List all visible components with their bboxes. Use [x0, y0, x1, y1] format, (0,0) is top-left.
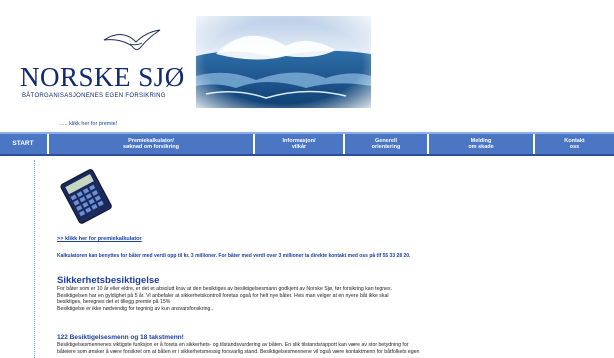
nav-melding-om-skade[interactable]: Melding om skade	[429, 134, 533, 154]
nav-informasjon[interactable]: Informasjon/ vilkår	[255, 134, 343, 154]
ocean-waves-image	[196, 16, 371, 108]
nav-kontakt-oss[interactable]: Kontakt oss	[535, 134, 614, 154]
logo-wordmark: NORSKE SJØ	[20, 62, 185, 92]
nav-start-label: START	[12, 139, 34, 147]
sikkerhetsbesiktigelse-text: For båter som er 10 år eller eldre, er d…	[57, 286, 587, 313]
paragraph-line: båteiere som ønsker å være forsikret om …	[57, 348, 420, 355]
content-divider	[34, 160, 35, 358]
calculator-info-text: Kalkulatoren kan benyttes for båter med …	[57, 253, 411, 259]
section-title-sikkerhetsbesiktigelse: Sikkerhetsbesiktigelse	[57, 275, 160, 286]
logo-tagline: BÅTORGANISASJONENES EGEN FORSIKRING	[22, 93, 166, 99]
section-title-besiktigelsesmenn: 122 Besiktigelsesmenn og 18 takstmenn!	[57, 334, 184, 341]
nav-item-line2: søknad om forsikring	[123, 144, 179, 150]
paragraph-line: For båter som er 10 år eller eldre, er d…	[57, 286, 393, 292]
norske-sjo-logo[interactable]: NORSKE SJØ BÅTORGANISASJONENES EGEN FORS…	[16, 26, 196, 106]
paragraph-line: Besiktigelsesmennenes viktigste funksjon…	[57, 342, 409, 348]
paragraph-line: Besiktigelse er ikke nødvendig for tegni…	[57, 306, 214, 313]
nav-item-line2: oss	[569, 144, 580, 150]
site-header: NORSKE SJØ BÅTORGANISASJONENES EGEN FORS…	[0, 0, 614, 118]
seagull-icon	[103, 29, 161, 51]
nav-start[interactable]: START	[6, 134, 40, 154]
besiktigelsesmenn-text: Besiktigelsesmennenes viktigste funksjon…	[57, 342, 597, 355]
calculator-icon[interactable]	[60, 168, 114, 224]
nav-generell-orientering[interactable]: Generell orientering	[345, 134, 427, 154]
nav-item-line2: vilkår	[291, 144, 307, 150]
nav-premiekalkulator[interactable]: Premiekalkulator/ søknad om forsikring	[49, 134, 253, 154]
nav-item-line2: orientering	[371, 144, 401, 150]
premie-link[interactable]: ..... klikk her for premie!	[60, 121, 117, 127]
nav-item-line2: om skade	[468, 144, 494, 150]
premiekalkulator-link[interactable]: >> klikk her for premiekalkulator	[57, 236, 142, 242]
main-nav: START Premiekalkulator/ søknad om forsik…	[0, 132, 614, 156]
paragraph-line: besiktiges, beregnes det et tillegg prem…	[57, 299, 171, 306]
